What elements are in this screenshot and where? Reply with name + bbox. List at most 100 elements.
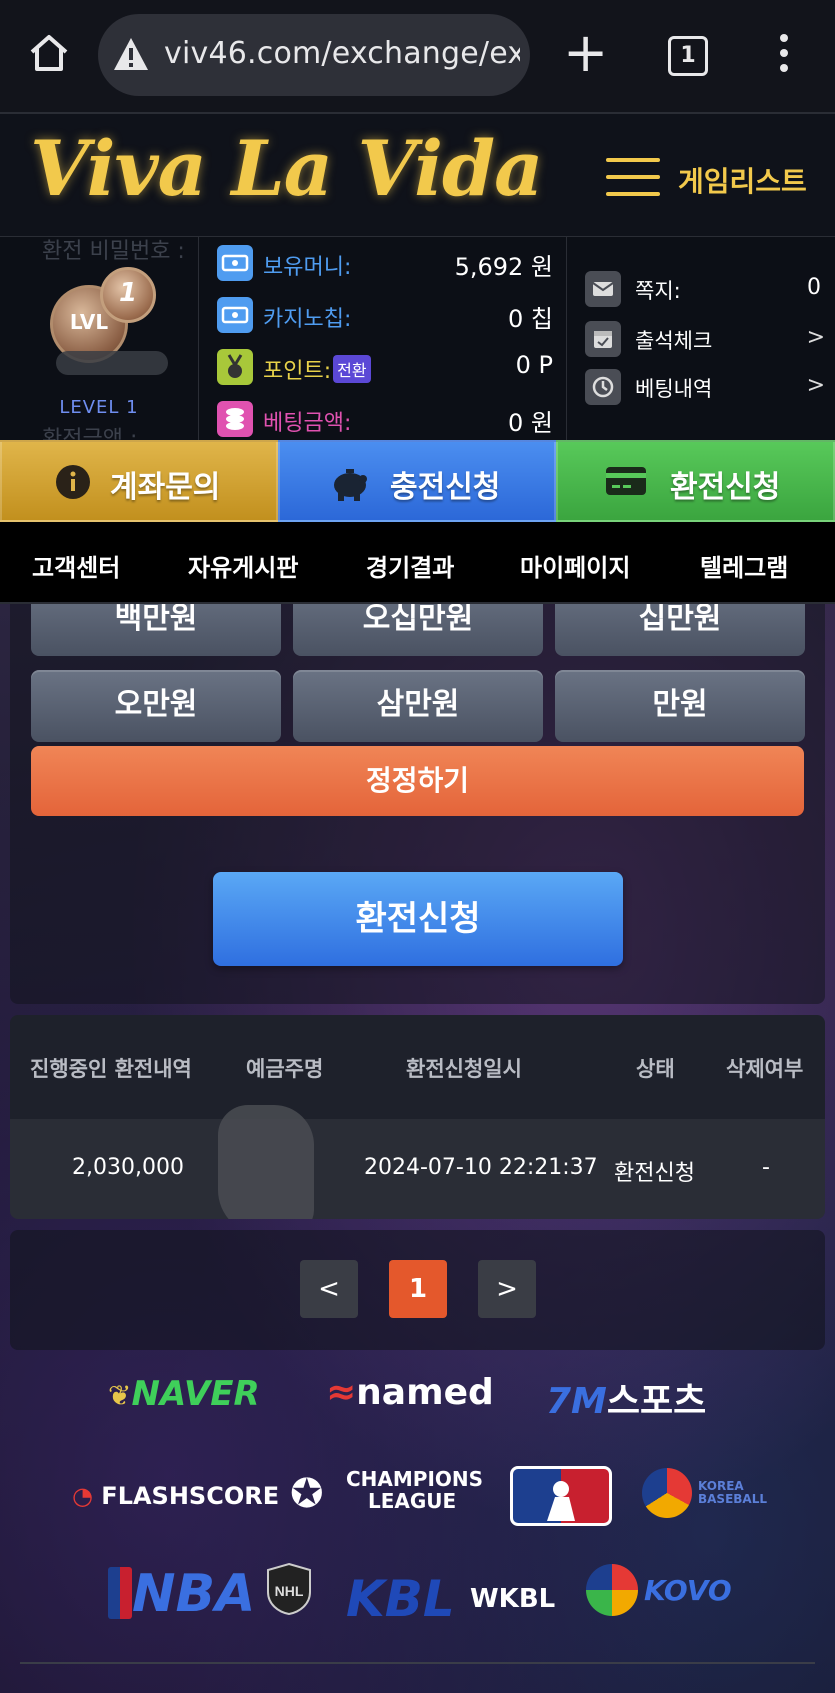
exchange-history-table: 진행중인 환전내역 예금주명 환전신청일시 상태 삭제여부 2,030,000 … bbox=[10, 1015, 825, 1219]
7m-sports-logo: 7M스포츠 bbox=[546, 1381, 707, 1422]
main-nav: 고객센터 자유게시판 경기결과 마이페이지 텔레그램 bbox=[0, 522, 835, 604]
coins-icon bbox=[217, 401, 253, 437]
nba-mark-icon bbox=[108, 1567, 132, 1619]
new-tab-icon[interactable]: + bbox=[563, 26, 608, 82]
next-page-button[interactable]: > bbox=[478, 1260, 536, 1318]
nhl-logo: NHL bbox=[266, 1562, 312, 1616]
chevron-right-icon: > bbox=[806, 325, 825, 350]
info-icon bbox=[56, 465, 90, 499]
cell-delete[interactable]: - bbox=[762, 1155, 770, 1180]
attendance-link[interactable]: 출석체크 > bbox=[585, 317, 825, 361]
nav-free-board[interactable]: 자유게시판 bbox=[188, 548, 298, 583]
kbo-emblem-icon bbox=[642, 1468, 692, 1518]
level-number-coin-icon: 1 bbox=[100, 267, 156, 323]
amount-1000000-button[interactable]: 백만원 bbox=[31, 604, 281, 656]
col-delete: 삭제여부 bbox=[726, 1057, 804, 1081]
level-text: LEVEL 1 bbox=[59, 397, 139, 418]
point-value: 0 P bbox=[515, 351, 553, 379]
balance-row-bet: 베팅금액: 0 원 bbox=[217, 399, 553, 439]
message-link[interactable]: 쪽지: 0 bbox=[585, 267, 825, 311]
table-row: 2,030,000 2024-07-10 22:21:37 환전신청 - bbox=[10, 1105, 825, 1219]
more-menu-icon[interactable] bbox=[774, 34, 794, 74]
history-icon bbox=[585, 369, 621, 405]
redacted-username bbox=[56, 351, 168, 375]
balance-section: 보유머니: 5,692 원 카지노칩: 0 칩 포인트: 전환 0 P 베팅금액:… bbox=[199, 237, 567, 441]
footer-divider bbox=[20, 1662, 815, 1664]
mail-icon bbox=[585, 271, 621, 307]
level-section: 환전 비밀번호 : LVL 1 LEVEL 1 환전금액 : bbox=[0, 237, 199, 452]
redacted-depositor bbox=[218, 1105, 314, 1219]
money-value: 5,692 원 bbox=[454, 253, 553, 281]
balance-row-casino-chip: 카지노칩: 0 칩 bbox=[217, 295, 553, 335]
naver-wing-icon: ❦ bbox=[108, 1379, 132, 1412]
prev-page-button[interactable]: < bbox=[300, 1260, 358, 1318]
site-header: Viva La Vida 게임리스트 bbox=[0, 114, 835, 236]
main-content: 백만원 오십만원 십만원 오만원 삼만원 만원 정정하기 환전신청 진행중인 환… bbox=[0, 604, 835, 1693]
kbo-logo: KOREA BASEBALL bbox=[642, 1468, 767, 1522]
nba-logo: NBA bbox=[108, 1564, 255, 1624]
chevron-right-icon: > bbox=[806, 373, 825, 398]
reset-button[interactable]: 정정하기 bbox=[31, 746, 804, 816]
home-icon[interactable] bbox=[28, 32, 70, 74]
col-pending-exchange: 진행중인 환전내역 bbox=[30, 1057, 192, 1081]
bet-value: 0 원 bbox=[508, 409, 553, 437]
named-logo: ≈named bbox=[326, 1372, 494, 1413]
nav-customer-center[interactable]: 고객센터 bbox=[32, 548, 120, 583]
pagination: < 1 > bbox=[10, 1230, 825, 1350]
col-request-time: 환전신청일시 bbox=[406, 1057, 522, 1081]
gamelist-label: 게임리스트 bbox=[678, 165, 807, 198]
deposit-request-button[interactable]: 충전신청 bbox=[278, 440, 556, 522]
account-inquiry-button[interactable]: 계좌문의 bbox=[0, 440, 278, 522]
amount-500000-button[interactable]: 오십만원 bbox=[293, 604, 543, 656]
chip-icon bbox=[217, 297, 253, 333]
kbl-logo: KBL bbox=[346, 1570, 455, 1628]
amount-50000-button[interactable]: 오만원 bbox=[31, 670, 281, 742]
flashscore-mark-icon: ◔ bbox=[72, 1482, 102, 1510]
warning-icon[interactable] bbox=[112, 36, 150, 72]
card-icon bbox=[606, 467, 646, 495]
piggy-bank-icon bbox=[334, 469, 367, 501]
kovo-emblem-icon bbox=[586, 1564, 638, 1616]
amount-100000-button[interactable]: 십만원 bbox=[555, 604, 805, 656]
browser-toolbar: viv46.com/exchange/ex + 1 bbox=[0, 0, 835, 114]
cell-amount: 2,030,000 bbox=[72, 1155, 184, 1180]
action-bar: 계좌문의 충전신청 환전신청 bbox=[0, 440, 835, 522]
ghost-label-password: 환전 비밀번호 : bbox=[42, 239, 185, 264]
page-1-button[interactable]: 1 bbox=[389, 1260, 447, 1318]
champions-star-icon: ✪ bbox=[290, 1471, 324, 1517]
withdraw-request-button[interactable]: 환전신청 bbox=[556, 440, 835, 522]
mlb-logo bbox=[510, 1466, 612, 1526]
svg-text:NHL: NHL bbox=[275, 1583, 304, 1599]
address-bar[interactable]: viv46.com/exchange/ex bbox=[98, 14, 530, 96]
naver-logo: ❦NAVER bbox=[108, 1374, 260, 1414]
account-info-panel: 환전 비밀번호 : LVL 1 LEVEL 1 환전금액 : 보유머니: 5,6… bbox=[0, 236, 835, 452]
bet-history-link[interactable]: 베팅내역 > bbox=[585, 365, 825, 409]
table-header: 진행중인 환전내역 예금주명 환전신청일시 상태 삭제여부 bbox=[10, 1015, 825, 1119]
chip-value: 0 칩 bbox=[508, 305, 553, 333]
kovo-logo: KOVO bbox=[586, 1564, 732, 1620]
hamburger-icon bbox=[606, 158, 660, 198]
nav-telegram[interactable]: 텔레그램 bbox=[700, 548, 788, 583]
quick-links-section: 쪽지: 0 출석체크 > 베팅내역 > bbox=[567, 237, 835, 441]
col-depositor: 예금주명 bbox=[246, 1057, 324, 1081]
medal-icon bbox=[217, 349, 253, 385]
url-text[interactable]: viv46.com/exchange/ex bbox=[164, 36, 520, 71]
exchange-apply-button[interactable]: 환전신청 bbox=[213, 872, 623, 966]
point-convert-badge[interactable]: 전환 bbox=[333, 355, 371, 383]
wkbl-logo: WKBL bbox=[470, 1584, 556, 1614]
calendar-icon bbox=[585, 321, 621, 357]
cell-status: 환전신청 bbox=[614, 1161, 695, 1186]
tab-switcher-icon[interactable]: 1 bbox=[668, 36, 708, 76]
balance-row-money: 보유머니: 5,692 원 bbox=[217, 243, 553, 283]
col-status: 상태 bbox=[636, 1057, 675, 1081]
amount-30000-button[interactable]: 삼만원 bbox=[293, 670, 543, 742]
exchange-form-panel: 백만원 오십만원 십만원 오만원 삼만원 만원 정정하기 환전신청 bbox=[10, 604, 825, 1004]
message-count: 0 bbox=[807, 275, 821, 300]
named-mark-icon: ≈ bbox=[326, 1372, 357, 1413]
nav-match-results[interactable]: 경기결과 bbox=[366, 548, 454, 583]
site-logo[interactable]: Viva La Vida bbox=[30, 124, 543, 213]
nav-my-page[interactable]: 마이페이지 bbox=[520, 548, 630, 583]
balance-row-point: 포인트: 전환 0 P bbox=[217, 347, 553, 387]
amount-10000-button[interactable]: 만원 bbox=[555, 670, 805, 742]
cell-datetime: 2024-07-10 22:21:37 bbox=[364, 1155, 598, 1180]
